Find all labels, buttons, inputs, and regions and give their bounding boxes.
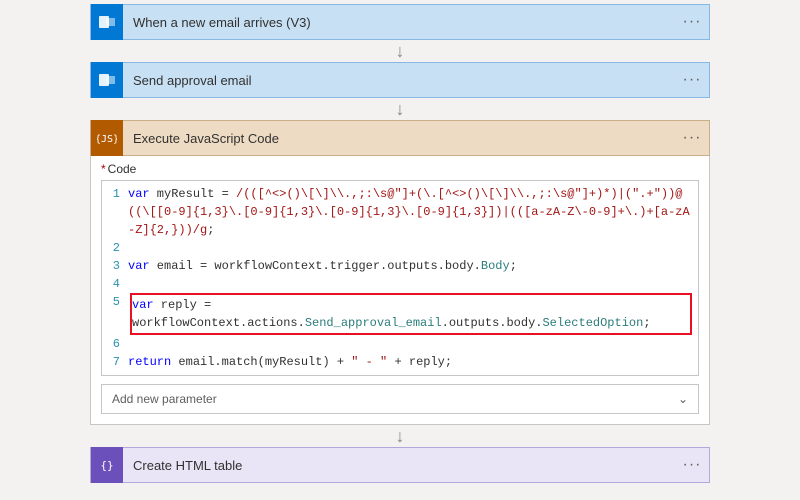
code-field-label: *Code xyxy=(101,162,699,176)
approval-card[interactable]: Send approval email ··· xyxy=(90,62,710,98)
code-line: 5 xyxy=(102,293,698,311)
svg-text:{}: {} xyxy=(100,459,113,472)
code-editor[interactable]: 1 var myResult = /(([^<>()\[\]\\.,;:\s@"… xyxy=(101,180,699,376)
trigger-card[interactable]: When a new email arrives (V3) ··· xyxy=(90,4,710,40)
javascript-icon: {JS} xyxy=(91,120,123,156)
line-number: 5 xyxy=(102,293,128,311)
line-number: 1 xyxy=(102,185,128,239)
line-number: 2 xyxy=(102,239,128,257)
line-number: 6 xyxy=(102,335,128,353)
arrow-icon: ↓ xyxy=(90,425,710,447)
jscode-body: *Code 1 var myResult = /(([^<>()\[\]\\.,… xyxy=(90,156,710,425)
code-line: 2 xyxy=(102,239,698,257)
trigger-title: When a new email arrives (V3) xyxy=(123,15,675,30)
trigger-menu[interactable]: ··· xyxy=(675,13,709,31)
code-line: 1 var myResult = /(([^<>()\[\]\\.,;:\s@"… xyxy=(102,185,698,239)
data-operations-icon: {} xyxy=(91,447,123,483)
table-menu[interactable]: ··· xyxy=(675,456,709,474)
table-title: Create HTML table xyxy=(123,458,675,473)
table-card[interactable]: {} Create HTML table ··· xyxy=(90,447,710,483)
jscode-title: Execute JavaScript Code xyxy=(123,131,675,146)
code-line: 7 return email.match(myResult) + " - " +… xyxy=(102,353,698,371)
line-number: 3 xyxy=(102,257,128,275)
outlook-icon xyxy=(91,4,123,40)
approval-menu[interactable]: ··· xyxy=(675,71,709,89)
code-line: 3 var email = workflowContext.trigger.ou… xyxy=(102,257,698,275)
jscode-menu[interactable]: ··· xyxy=(675,129,709,147)
arrow-icon: ↓ xyxy=(90,40,710,62)
add-parameter-label: Add new parameter xyxy=(112,392,217,406)
code-line: 6 xyxy=(102,335,698,353)
line-number: 7 xyxy=(102,353,128,371)
code-line: 4 xyxy=(102,275,698,293)
svg-text:{JS}: {JS} xyxy=(97,134,117,145)
line-number: 4 xyxy=(102,275,128,293)
add-parameter-dropdown[interactable]: Add new parameter ⌄ xyxy=(101,384,699,414)
chevron-down-icon: ⌄ xyxy=(678,392,688,406)
arrow-icon: ↓ xyxy=(90,98,710,120)
approval-title: Send approval email xyxy=(123,73,675,88)
outlook-icon xyxy=(91,62,123,98)
jscode-card-header[interactable]: {JS} Execute JavaScript Code ··· xyxy=(90,120,710,156)
